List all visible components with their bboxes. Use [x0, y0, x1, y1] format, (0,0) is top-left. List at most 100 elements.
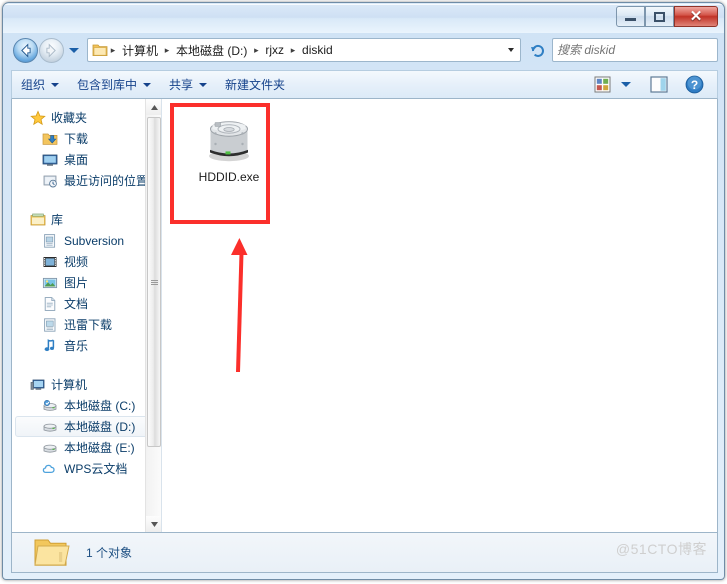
- navigation-pane: 收藏夹 下载 桌面 最近访问的位置 库 Subversion 视频 图片 文档 …: [12, 99, 162, 532]
- sidebar-label: 库: [51, 213, 64, 227]
- sidebar-scrollbar[interactable]: [145, 99, 161, 532]
- sidebar-item-thunder-download[interactable]: 迅雷下载: [12, 314, 161, 335]
- sidebar-item-music[interactable]: 音乐: [12, 335, 161, 356]
- refresh-icon: [531, 44, 544, 57]
- sidebar-item-computer[interactable]: 计算机: [12, 374, 161, 395]
- close-icon: ✕: [689, 8, 703, 25]
- annotation-arrow-icon: [231, 238, 248, 372]
- address-bar[interactable]: ▸ 计算机 ▸ 本地磁盘 (D:) ▸ rjxz ▸ diskid: [87, 38, 521, 62]
- sidebar-item-libraries[interactable]: 库: [12, 209, 161, 230]
- sidebar-group-libraries: 库 Subversion 视频 图片 文档 迅雷下载 音乐: [12, 209, 161, 356]
- pictures-icon: [42, 275, 58, 291]
- sidebar-item-local-disk-e[interactable]: 本地磁盘 (E:): [12, 437, 161, 458]
- sidebar-group-favorites: 收藏夹 下载 桌面 最近访问的位置: [12, 107, 161, 191]
- refresh-button[interactable]: [527, 38, 549, 62]
- cloud-icon: [42, 461, 58, 477]
- system-drive-icon: [42, 398, 58, 414]
- scrollbar-thumb[interactable]: [147, 117, 161, 447]
- preview-pane-icon: [650, 76, 668, 93]
- search-input[interactable]: [557, 43, 714, 57]
- sidebar-label: 视频: [64, 255, 89, 269]
- command-toolbar: 组织 包含到库中 共享 新建文件夹 ?: [11, 70, 718, 99]
- sidebar-item-videos[interactable]: 视频: [12, 251, 161, 272]
- sidebar-item-favorites[interactable]: 收藏夹: [12, 107, 161, 128]
- status-bar: 1 个对象 @51CTO博客: [11, 533, 718, 573]
- include-in-library-label: 包含到库中: [77, 78, 138, 92]
- scroll-up-button[interactable]: [146, 99, 161, 115]
- address-history-dropdown[interactable]: [503, 39, 518, 61]
- sidebar-label: 下载: [64, 132, 89, 146]
- share-button[interactable]: 共享: [160, 73, 216, 96]
- sidebar-item-pictures[interactable]: 图片: [12, 272, 161, 293]
- include-in-library-button[interactable]: 包含到库中: [68, 73, 160, 96]
- address-bar-row: ▸ 计算机 ▸ 本地磁盘 (D:) ▸ rjxz ▸ diskid: [3, 33, 724, 68]
- search-box[interactable]: [552, 38, 718, 62]
- drive-icon: [42, 440, 58, 456]
- downloads-icon: [42, 131, 58, 147]
- new-folder-label: 新建文件夹: [225, 78, 286, 92]
- minimize-icon: [625, 18, 636, 21]
- videos-icon: [42, 254, 58, 270]
- file-item-hddid[interactable]: HDDID.exe: [181, 110, 277, 215]
- watermark: @51CTO博客: [615, 541, 707, 557]
- new-folder-button[interactable]: 新建文件夹: [216, 73, 294, 96]
- chevron-down-icon: [143, 82, 152, 87]
- star-icon: [30, 109, 46, 126]
- sidebar-item-recent-places[interactable]: 最近访问的位置: [12, 170, 161, 191]
- titlebar-highlight: [4, 4, 723, 5]
- recent-places-icon: [42, 173, 58, 189]
- drive-icon: [42, 419, 58, 435]
- sidebar-item-subversion[interactable]: Subversion: [12, 230, 161, 251]
- recent-locations-dropdown[interactable]: [65, 41, 82, 60]
- help-button[interactable]: ?: [673, 73, 709, 96]
- forward-button[interactable]: [39, 38, 64, 63]
- sidebar-item-wps-cloud[interactable]: WPS云文档: [12, 458, 161, 479]
- breadcrumb-separator: ▸: [290, 44, 296, 55]
- breadcrumb-item-2[interactable]: rjxz: [261, 40, 288, 60]
- breadcrumb-separator: ▸: [164, 44, 170, 55]
- organize-label: 组织: [21, 78, 46, 92]
- sidebar-label: 桌面: [64, 153, 89, 167]
- computer-icon: [30, 377, 46, 393]
- library-icon: [30, 212, 46, 228]
- desktop-icon: [42, 152, 58, 168]
- breadcrumb: ▸ 计算机 ▸ 本地磁盘 (D:) ▸ rjxz ▸ diskid: [108, 39, 503, 61]
- file-name-label: HDDID.exe: [198, 170, 260, 184]
- breadcrumb-item-1[interactable]: 本地磁盘 (D:): [172, 40, 251, 60]
- view-options-button[interactable]: [589, 73, 616, 96]
- explorer-body: 收藏夹 下载 桌面 最近访问的位置 库 Subversion 视频 图片 文档 …: [11, 99, 718, 533]
- sidebar-item-documents[interactable]: 文档: [12, 293, 161, 314]
- view-options-icon: [594, 76, 611, 93]
- music-icon: [42, 338, 58, 354]
- sidebar-item-downloads[interactable]: 下载: [12, 128, 161, 149]
- view-options-dropdown[interactable]: [616, 73, 636, 96]
- sidebar-item-local-disk-c[interactable]: 本地磁盘 (C:): [12, 395, 161, 416]
- sidebar-group-computer: 计算机 本地磁盘 (C:) 本地磁盘 (D:) 本地磁盘 (E:) WPS云文档: [12, 374, 161, 479]
- maximize-button[interactable]: [645, 6, 674, 27]
- sidebar-label: 本地磁盘 (D:): [64, 420, 136, 434]
- scrollbar-grip: [150, 279, 158, 286]
- sidebar-item-desktop[interactable]: 桌面: [12, 149, 161, 170]
- hard-disk-icon: [203, 114, 255, 164]
- sidebar-label: 收藏夹: [51, 111, 88, 125]
- chevron-down-icon: [68, 48, 79, 53]
- chevron-down-icon: [199, 82, 208, 87]
- sidebar-label: 最近访问的位置: [64, 174, 149, 188]
- chevron-down-icon: [507, 48, 514, 52]
- minimize-button[interactable]: [616, 6, 645, 27]
- chevron-down-icon: [621, 82, 631, 87]
- file-list-pane[interactable]: HDDID.exe: [162, 99, 717, 532]
- close-button[interactable]: ✕: [674, 6, 718, 27]
- back-button[interactable]: [13, 38, 38, 63]
- sidebar-label: 迅雷下载: [64, 318, 113, 332]
- preview-pane-button[interactable]: [636, 73, 673, 96]
- sidebar-item-local-disk-d[interactable]: 本地磁盘 (D:): [15, 416, 158, 437]
- breadcrumb-item-3[interactable]: diskid: [298, 40, 337, 60]
- organize-button[interactable]: 组织: [12, 73, 68, 96]
- forward-arrow-icon: [46, 43, 56, 58]
- sidebar-label: 计算机: [51, 378, 88, 392]
- share-label: 共享: [169, 78, 194, 92]
- breadcrumb-item-0[interactable]: 计算机: [118, 40, 162, 60]
- scroll-down-button[interactable]: [146, 516, 161, 532]
- subversion-icon: [42, 233, 58, 249]
